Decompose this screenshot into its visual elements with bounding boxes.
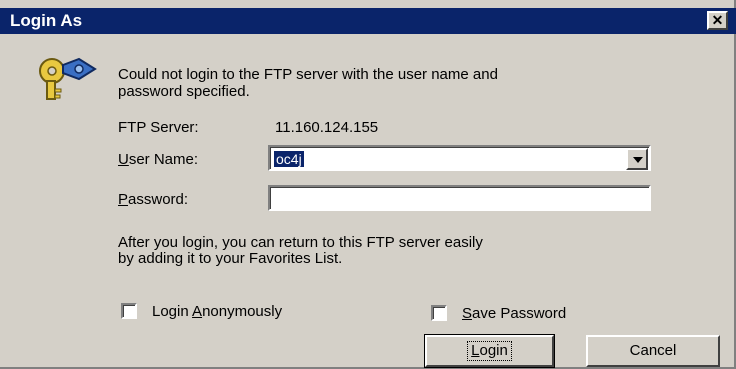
login-button[interactable]: Login [424, 334, 555, 368]
login-anonymously-checkbox[interactable] [121, 303, 137, 319]
password-label-rest: assword: [128, 191, 189, 208]
ftp-server-value: 11.160.124.155 [275, 119, 379, 136]
keys-icon [39, 57, 97, 100]
ftp-server-label: FTP Server: [118, 119, 199, 136]
password-accel: P [118, 191, 129, 208]
save-password-checkbox[interactable] [431, 305, 447, 321]
cancel-button[interactable]: Cancel [586, 335, 720, 367]
user-name-label-rest: ser Name: [128, 151, 199, 168]
login-anonymously-label[interactable]: Login Anonymously [152, 303, 282, 320]
user-name-label: User Name: [118, 151, 198, 168]
login-anon-pre: Login [152, 303, 193, 320]
info-line-1: After you login, you can return to this … [118, 234, 483, 251]
login-as-dialog: Login As ✕ Could not login to the FTP se… [0, 0, 736, 369]
user-name-value[interactable]: oc4j [274, 151, 304, 167]
close-button[interactable]: ✕ [707, 11, 728, 30]
login-button-label: Login [467, 341, 512, 361]
save-password-label[interactable]: Save Password [462, 305, 566, 322]
password-label: Password: [118, 191, 188, 208]
login-anon-accel: A [192, 303, 203, 320]
password-field[interactable] [268, 185, 651, 211]
message-line-2: password specified. [118, 83, 250, 100]
info-line-2: by adding it to your Favorites List. [118, 250, 343, 267]
save-password-rest: ave Password [472, 305, 567, 322]
dialog-title: Login As [10, 11, 83, 30]
chevron-down-icon[interactable] [626, 148, 648, 170]
login-rest: ogin [479, 342, 508, 359]
login-anon-rest: nonymously [202, 303, 283, 320]
message-line-1: Could not login to the FTP server with t… [118, 66, 498, 83]
save-password-accel: S [462, 305, 473, 322]
user-name-accel: U [118, 151, 129, 168]
title-bar[interactable]: Login As ✕ [0, 8, 736, 34]
user-name-combobox[interactable]: oc4j [268, 145, 651, 171]
